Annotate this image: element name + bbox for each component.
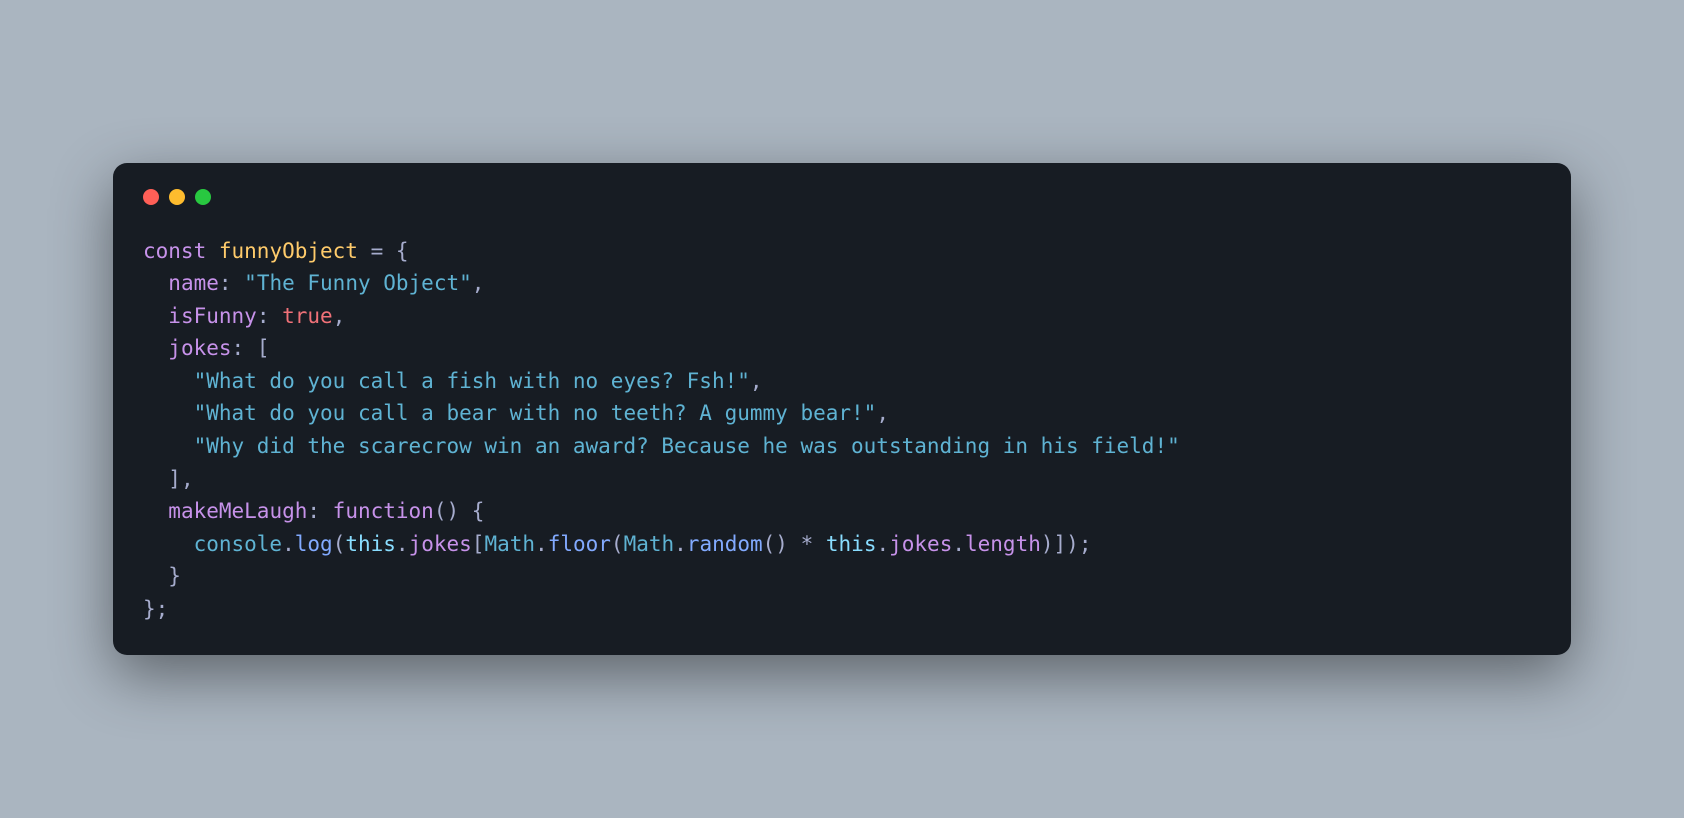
dot: . <box>535 532 548 556</box>
star-operator: * <box>788 532 826 556</box>
random-fn: random <box>687 532 763 556</box>
paren-close: ) <box>1066 532 1079 556</box>
dot: . <box>282 532 295 556</box>
log-fn: log <box>295 532 333 556</box>
bracket-open: [ <box>472 532 485 556</box>
this-keyword: this <box>345 532 396 556</box>
bracket-open: [ <box>257 336 270 360</box>
math-id: Math <box>624 532 675 556</box>
paren-open: ( <box>611 532 624 556</box>
paren-close: ) <box>1041 532 1054 556</box>
prop-jokes: jokes <box>168 336 231 360</box>
jokes-ref: jokes <box>409 532 472 556</box>
prop-isfunny: isFunny <box>168 304 257 328</box>
keyword-const: const <box>143 239 206 263</box>
bool-true: true <box>282 304 333 328</box>
floor-fn: floor <box>548 532 611 556</box>
dot: . <box>396 532 409 556</box>
name-value: "The Funny Object" <box>244 271 472 295</box>
brace-close-semi: }; <box>143 597 168 621</box>
brace-open: { <box>396 239 409 263</box>
bracket-close: ] <box>1054 532 1067 556</box>
dot: . <box>876 532 889 556</box>
comma: , <box>333 304 346 328</box>
semicolon: ; <box>1079 532 1092 556</box>
console-id: console <box>194 532 283 556</box>
joke-2: "What do you call a bear with no teeth? … <box>194 401 877 425</box>
this-keyword: this <box>826 532 877 556</box>
brace-open: { <box>472 499 485 523</box>
code-window: const funnyObject = { name: "The Funny O… <box>113 163 1571 656</box>
minimize-icon[interactable] <box>169 189 185 205</box>
joke-1: "What do you call a fish with no eyes? F… <box>194 369 750 393</box>
window-titlebar <box>143 189 1541 205</box>
colon: : <box>219 271 244 295</box>
colon: : <box>257 304 282 328</box>
colon: : <box>232 336 257 360</box>
dot: . <box>674 532 687 556</box>
length-prop: length <box>965 532 1041 556</box>
colon: : <box>307 499 332 523</box>
equals-operator: = <box>358 239 396 263</box>
close-icon[interactable] <box>143 189 159 205</box>
joke-3: "Why did the scarecrow win an award? Bec… <box>194 434 1180 458</box>
comma: , <box>181 467 194 491</box>
brace-close: } <box>168 564 181 588</box>
maximize-icon[interactable] <box>195 189 211 205</box>
paren-pair: () <box>434 499 459 523</box>
space <box>459 499 472 523</box>
dot: . <box>952 532 965 556</box>
math-id: Math <box>484 532 535 556</box>
paren-pair: () <box>763 532 788 556</box>
comma: , <box>472 271 485 295</box>
code-block: const funnyObject = { name: "The Funny O… <box>143 235 1541 626</box>
keyword-function: function <box>333 499 434 523</box>
paren-open: ( <box>333 532 346 556</box>
jokes-ref: jokes <box>889 532 952 556</box>
variable-name: funnyObject <box>219 239 358 263</box>
comma: , <box>750 369 763 393</box>
prop-makemelaugh: makeMeLaugh <box>168 499 307 523</box>
bracket-close: ] <box>168 467 181 491</box>
comma: , <box>876 401 889 425</box>
prop-name: name <box>168 271 219 295</box>
